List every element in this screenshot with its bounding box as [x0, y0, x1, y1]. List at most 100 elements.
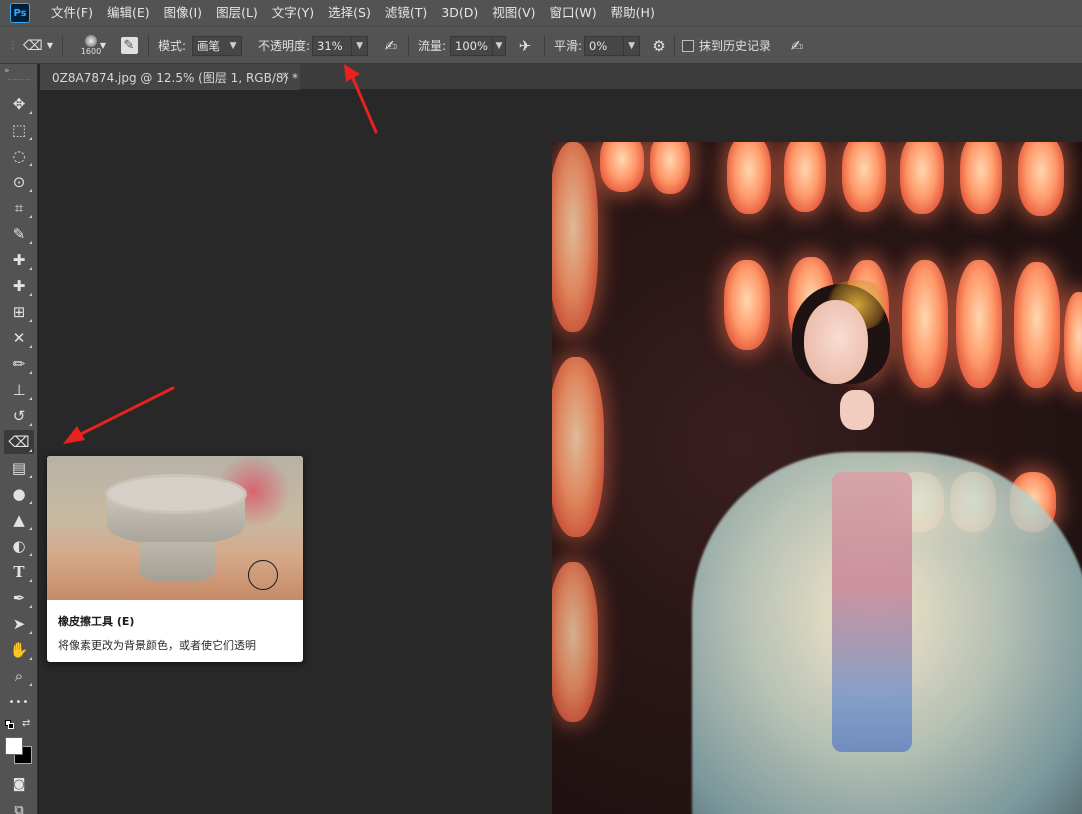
smoothing-input[interactable]: 0% ▼ — [584, 35, 641, 56]
opacity-input[interactable]: 31% ▼ — [312, 35, 369, 56]
pressure-size-button[interactable]: ✍ — [786, 27, 808, 64]
pressure-opacity-button[interactable]: ✍ — [380, 27, 402, 64]
hand-icon: ✋ — [9, 641, 29, 659]
move-tool[interactable]: ✥ — [4, 92, 34, 116]
panel-drag-handle[interactable] — [8, 79, 30, 81]
photoshop-logo-icon: Ps — [10, 3, 30, 23]
menu-edit[interactable]: 编辑(E) — [100, 0, 157, 26]
menu-select[interactable]: 选择(S) — [321, 0, 378, 26]
patch-tool[interactable]: ⊞ — [4, 300, 34, 324]
smoothing-label: 平滑: — [554, 39, 583, 53]
eyedropper-icon: ✎ — [12, 225, 26, 243]
lasso-tool[interactable]: ◌ — [4, 144, 34, 168]
foreground-color-swatch[interactable] — [5, 737, 23, 755]
document-tab-bar: 0Z8A7874.jpg @ 12.5% (图层 1, RGB/8) * × — [40, 64, 1082, 90]
smoothing-options-button[interactable]: ⚙ — [648, 27, 670, 64]
document-tab[interactable]: 0Z8A7874.jpg @ 12.5% (图层 1, RGB/8) * × — [40, 64, 300, 90]
chevron-down-icon: ▼ — [99, 41, 107, 50]
path-select-tool[interactable]: ➤ — [4, 612, 34, 636]
menu-image[interactable]: 图像(I) — [157, 0, 209, 26]
brush-settings-button[interactable]: ✎ — [118, 27, 140, 64]
menu-window[interactable]: 窗口(W) — [543, 0, 604, 26]
options-bar: ⋮ ⌫ ▼ 1600 ▼ ✎ 模式: 画笔 ▼ 不透明度: 31% ▼ ✍ 流量… — [0, 26, 1082, 64]
eyedropper-tool[interactable]: ✎ — [4, 222, 34, 246]
healing-brush-tool[interactable]: ✚ — [4, 274, 34, 298]
quick-mask-tool[interactable]: ◙ — [4, 772, 34, 796]
opacity-value: 31% — [317, 38, 343, 53]
erase-history-checkbox[interactable] — [682, 39, 694, 52]
close-icon[interactable]: × — [281, 69, 290, 82]
chevron-down-icon[interactable]: ▼ — [623, 36, 639, 55]
menu-type[interactable]: 文字(Y) — [265, 0, 321, 26]
erase-history-toggle[interactable]: 抹到历史记录 — [682, 27, 771, 64]
menu-help[interactable]: 帮助(H) — [604, 0, 662, 26]
marquee-tool[interactable]: ⬚ — [4, 118, 34, 142]
tool-preset-picker[interactable]: ⌫ ▼ — [20, 27, 56, 64]
opacity-group: 不透明度: 31% ▼ — [258, 27, 369, 64]
airbrush-icon: ✈ — [518, 36, 532, 55]
menu-file[interactable]: 文件(F) — [44, 0, 100, 26]
gradient-tool[interactable]: ▤ — [4, 456, 34, 480]
mode-group: 模式: 画笔 ▼ — [158, 27, 243, 64]
brush-tool[interactable]: ✏ — [4, 352, 34, 376]
opacity-label: 不透明度: — [258, 39, 311, 53]
flow-label: 流量: — [418, 39, 447, 53]
crop-tool[interactable]: ⌗ — [4, 196, 34, 220]
menu-layer[interactable]: 图层(L) — [209, 0, 265, 26]
options-grip: ⋮ — [8, 40, 18, 51]
spot-healing-icon: ✚ — [12, 251, 26, 269]
menu-filter[interactable]: 滤镜(T) — [378, 0, 434, 26]
menu-bar: Ps 文件(F) 编辑(E) 图像(I) 图层(L) 文字(Y) 选择(S) 滤… — [0, 0, 1082, 26]
path-select-icon: ➤ — [12, 615, 26, 633]
hand-tool[interactable]: ✋ — [4, 638, 34, 662]
tool-tooltip: 橡皮擦工具 (E) 将像素更改为背景颜色，或者使它们透明 — [47, 456, 303, 662]
sharpen-icon: ▲ — [13, 511, 25, 529]
mode-select[interactable]: 画笔 ▼ — [192, 35, 243, 56]
eraser-cursor-icon — [248, 560, 278, 590]
chevron-down-icon[interactable]: ▼ — [351, 36, 367, 55]
default-colors-icon[interactable] — [5, 720, 15, 730]
blur-icon: ● — [12, 485, 26, 503]
smoothing-group: 平滑: 0% ▼ — [554, 27, 641, 64]
swap-colors-icon[interactable]: ⇄ — [22, 718, 30, 729]
chevron-down-icon[interactable]: ▼ — [491, 36, 505, 55]
spot-healing-tool[interactable]: ✚ — [4, 248, 34, 272]
content-aware-move-icon: ✕ — [12, 329, 26, 347]
quick-select-icon: ⊙ — [12, 173, 26, 191]
collapse-panel-icon[interactable]: » — [4, 66, 9, 76]
sharpen-tool[interactable]: ▲ — [4, 508, 34, 532]
flow-input[interactable]: 100% ▼ — [450, 35, 507, 56]
history-brush-tool[interactable]: ↺ — [4, 404, 34, 428]
zoom-tool[interactable]: ⌕ — [4, 664, 34, 688]
flow-value: 100% — [455, 38, 488, 53]
clone-stamp-tool[interactable]: ⊥ — [4, 378, 34, 402]
pen-icon: ✒ — [12, 589, 26, 607]
quick-mask-icon: ◙ — [12, 776, 26, 792]
mode-label: 模式: — [158, 39, 187, 53]
pen-tool[interactable]: ✒ — [4, 586, 34, 610]
blur-tool[interactable]: ● — [4, 482, 34, 506]
photo-subject — [632, 262, 1082, 814]
type-tool[interactable]: T — [4, 560, 34, 584]
photoshop-window: Ps 文件(F) 编辑(E) 图像(I) 图层(L) 文字(Y) 选择(S) 滤… — [0, 0, 1082, 814]
document-tab-label: 0Z8A7874.jpg @ 12.5% (图层 1, RGB/8) * — [52, 70, 298, 85]
type-icon: T — [13, 563, 25, 581]
crop-icon: ⌗ — [14, 199, 24, 217]
eraser-tool[interactable]: ⌫ — [4, 430, 34, 454]
menu-view[interactable]: 视图(V) — [485, 0, 542, 26]
more-tools[interactable]: ••• — [4, 690, 34, 714]
content-aware-move-tool[interactable]: ✕ — [4, 326, 34, 350]
document-image[interactable] — [552, 142, 1082, 814]
menu-3d[interactable]: 3D(D) — [434, 0, 485, 26]
gear-icon: ⚙ — [652, 36, 666, 55]
move-icon: ✥ — [12, 95, 26, 113]
brush-preset-chevron[interactable]: ▼ — [96, 27, 110, 64]
erase-history-label: 抹到历史记录 — [699, 39, 772, 53]
airbrush-button[interactable]: ✈ — [514, 27, 536, 64]
history-brush-icon: ↺ — [12, 407, 26, 425]
screen-mode-tool[interactable]: ⧉ — [4, 798, 34, 814]
dodge-tool[interactable]: ◐ — [4, 534, 34, 558]
tooltip-preview-image — [47, 456, 303, 600]
quick-select-tool[interactable]: ⊙ — [4, 170, 34, 194]
mode-value: 画笔 — [197, 38, 221, 53]
